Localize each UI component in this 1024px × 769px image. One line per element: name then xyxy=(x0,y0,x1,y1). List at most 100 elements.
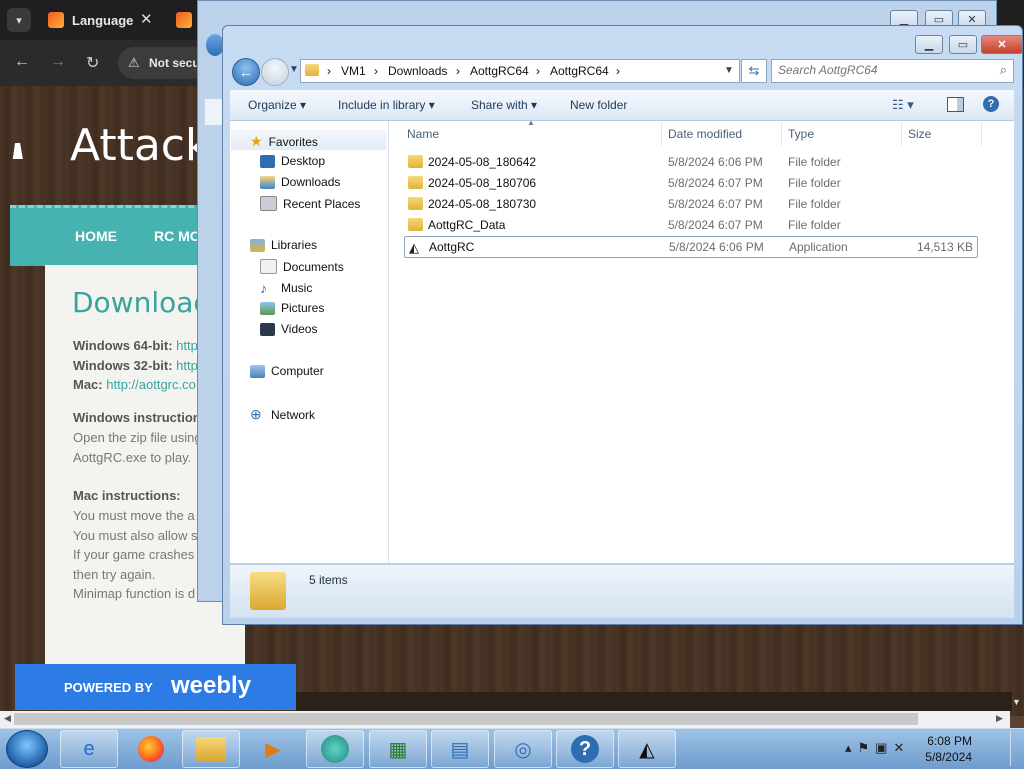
nav-label: Computer xyxy=(271,364,324,378)
file-row-selected[interactable]: ◭ AottgRC 5/8/2024 6:06 PM Application 1… xyxy=(404,236,978,258)
firefox-icon[interactable] xyxy=(122,730,180,768)
help-icon[interactable]: ? xyxy=(983,96,999,112)
nav-recent-places[interactable]: Recent Places xyxy=(260,196,360,211)
nav-computer[interactable]: Computer xyxy=(250,364,324,378)
scroll-right-icon[interactable]: ▶ xyxy=(996,713,1003,724)
file-date: 5/8/2024 6:07 PM xyxy=(668,176,763,190)
forward-button[interactable] xyxy=(261,58,289,86)
tab-search-button[interactable]: ▾ xyxy=(7,8,31,32)
clock[interactable]: 6:08 PM 5/8/2024 xyxy=(925,733,972,765)
search-icon[interactable]: ⌕ xyxy=(1000,62,1007,78)
nav-videos[interactable]: Videos xyxy=(260,322,317,336)
nav-pictures[interactable]: Pictures xyxy=(260,301,324,315)
breadcrumb-sep-icon[interactable]: › xyxy=(536,64,540,78)
explorer-icon[interactable] xyxy=(182,730,240,768)
control-panel-icon[interactable]: ▤ xyxy=(431,730,489,768)
column-divider[interactable] xyxy=(661,122,662,146)
nav-rc-mod-link[interactable]: RC MO xyxy=(154,228,201,244)
tab-favicon-icon xyxy=(48,12,64,28)
scroll-left-icon[interactable]: ◀ xyxy=(4,713,11,724)
back-arrow-icon[interactable]: ← xyxy=(14,53,30,71)
address-dropdown-icon[interactable]: ▼ xyxy=(724,65,734,76)
breadcrumb-aottgrc64[interactable]: AottgRC64 xyxy=(470,64,529,78)
search-input[interactable] xyxy=(778,63,978,77)
network-icon[interactable]: ◎ xyxy=(494,730,552,768)
media-player-icon[interactable]: ▶ xyxy=(244,730,302,768)
file-row[interactable]: 2024-05-08_180706 5/8/2024 6:07 PM File … xyxy=(404,173,976,193)
windows-instruction-line: AottgRC.exe to play. xyxy=(73,450,192,465)
include-in-library-menu[interactable]: Include in library ▾ xyxy=(338,98,435,112)
windows64-link[interactable]: http xyxy=(176,338,198,353)
breadcrumb-sep-icon[interactable]: › xyxy=(374,64,378,78)
close-tab-icon[interactable]: ✕ xyxy=(140,10,153,28)
file-date: 5/8/2024 6:07 PM xyxy=(668,218,763,232)
organize-menu[interactable]: Organize ▾ xyxy=(248,98,306,112)
share-with-menu[interactable]: Share with ▾ xyxy=(471,98,537,112)
nav-label: Music xyxy=(281,281,313,295)
scrollbar-thumb[interactable] xyxy=(14,713,918,725)
maximize-button[interactable]: ▭ xyxy=(949,35,977,54)
column-divider[interactable] xyxy=(901,122,902,146)
start-button[interactable] xyxy=(6,730,48,768)
ie-icon[interactable]: e xyxy=(60,730,118,768)
mac-instruction-line: Minimap function is d xyxy=(73,586,196,601)
folder-large-icon xyxy=(250,572,286,610)
breadcrumb-sep-icon[interactable]: › xyxy=(327,64,331,78)
mac-link[interactable]: http://aottgrc.co xyxy=(106,377,196,392)
nav-libraries[interactable]: Libraries xyxy=(250,238,317,252)
pictures-icon xyxy=(260,301,275,315)
nav-favorites[interactable]: ★ Favorites xyxy=(250,133,318,150)
mac-instructions-heading: Mac instructions: xyxy=(73,488,181,503)
minimize-button[interactable]: ▁ xyxy=(915,35,943,54)
unity-icon[interactable]: ◭ xyxy=(618,730,676,768)
weebly-logo: weebly xyxy=(171,672,252,699)
nav-desktop[interactable]: Desktop xyxy=(260,154,325,168)
browser-tab-title[interactable]: Language xyxy=(72,13,133,28)
change-view-icon[interactable]: ☷ ▾ xyxy=(892,97,914,113)
documents-icon xyxy=(260,259,277,274)
file-row[interactable]: 2024-05-08_180642 5/8/2024 6:06 PM File … xyxy=(404,152,976,172)
scroll-down-icon[interactable]: ▼ xyxy=(1012,697,1021,707)
column-date-modified[interactable]: Date modified xyxy=(668,127,742,141)
nav-label: Favorites xyxy=(268,134,318,149)
nav-music[interactable]: ♪ Music xyxy=(260,280,312,296)
forward-arrow-icon[interactable]: → xyxy=(50,53,66,71)
close-button[interactable]: ✕ xyxy=(981,35,1023,54)
weebly-banner[interactable]: POWERED BY weebly xyxy=(15,664,296,710)
nav-documents[interactable]: Documents xyxy=(260,259,344,274)
site-title: Attack xyxy=(70,120,211,171)
breadcrumb-sep-icon[interactable]: › xyxy=(616,64,620,78)
breadcrumb-vm1[interactable]: VM1 xyxy=(341,64,366,78)
show-desktop-button[interactable] xyxy=(1010,730,1023,766)
new-folder-button[interactable]: New folder xyxy=(570,98,627,112)
remote-desktop-icon[interactable]: ▦ xyxy=(369,730,427,768)
security-label[interactable]: Not secu xyxy=(149,56,200,70)
column-divider[interactable] xyxy=(981,122,982,146)
system-tray-icons[interactable]: ▴⚑▣✕ xyxy=(845,740,910,756)
file-row[interactable]: 2024-05-08_180730 5/8/2024 6:07 PM File … xyxy=(404,194,976,214)
search-box[interactable]: ⌕ xyxy=(771,59,1014,83)
file-type: File folder xyxy=(788,218,841,232)
recent-pages-dropdown-icon[interactable]: ▼ xyxy=(289,64,299,75)
column-type[interactable]: Type xyxy=(788,127,814,141)
breadcrumb-aottgrc64-current[interactable]: AottgRC64 xyxy=(550,64,609,78)
windows64-line: Windows 64-bit: http xyxy=(73,338,198,353)
back-button[interactable]: ← xyxy=(232,58,260,86)
preview-pane-icon[interactable] xyxy=(947,97,964,112)
file-row[interactable]: AottgRC_Data 5/8/2024 6:07 PM File folde… xyxy=(404,215,976,235)
tab-favicon-icon-2[interactable] xyxy=(176,12,192,28)
help-icon[interactable]: ? xyxy=(556,730,614,768)
breadcrumb-downloads[interactable]: Downloads xyxy=(388,64,447,78)
windows32-link[interactable]: http xyxy=(176,358,198,373)
reload-icon[interactable]: ↻ xyxy=(86,53,99,73)
column-size[interactable]: Size xyxy=(908,127,931,141)
nav-downloads[interactable]: Downloads xyxy=(260,175,340,189)
nav-home-link[interactable]: HOME xyxy=(75,228,117,244)
column-divider[interactable] xyxy=(781,122,782,146)
breadcrumb-sep-icon[interactable]: › xyxy=(456,64,460,78)
nav-network[interactable]: ⊕ Network xyxy=(250,406,315,423)
firefox-logo xyxy=(138,736,164,762)
app-icon[interactable] xyxy=(306,730,364,768)
column-name[interactable]: Name xyxy=(407,127,439,141)
refresh-icon[interactable]: ⇆ xyxy=(741,59,767,83)
